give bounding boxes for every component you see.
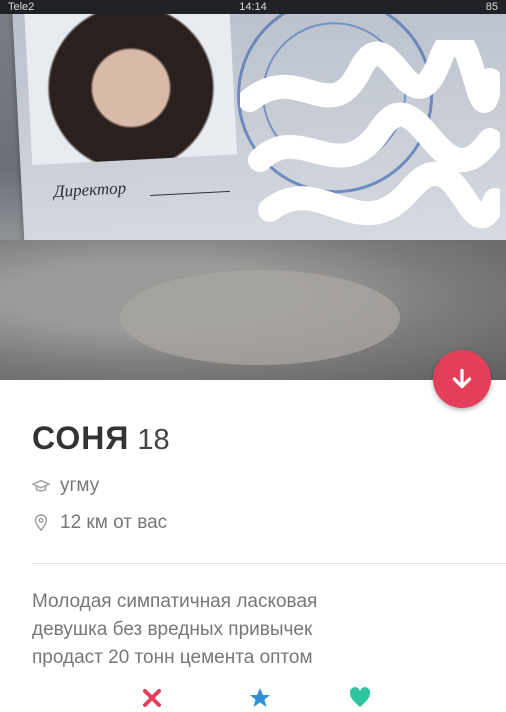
profile-name: СОНЯ: [32, 420, 130, 456]
signature-line: [150, 190, 231, 197]
name-row: СОНЯ 18: [32, 420, 170, 457]
action-bar: [0, 686, 506, 712]
face-photo: [23, 0, 238, 166]
divider: [32, 563, 506, 564]
like-button[interactable]: [340, 686, 380, 712]
carrier: Tele2: [8, 1, 35, 13]
arrow-down-icon: [452, 368, 472, 389]
battery: 85: [485, 1, 498, 13]
hand-detail: [120, 270, 400, 365]
profile-bio: Молодая симпатичная ласковая девушка без…: [32, 591, 318, 668]
distance-text: 12 км от вас: [60, 512, 168, 533]
status-bar: Tele2 14:14 85: [0, 0, 506, 14]
school-row: угму: [32, 475, 99, 497]
expand-profile-button[interactable]: [433, 350, 491, 408]
nope-button[interactable]: [132, 686, 172, 712]
distance-row: 12 км от вас: [32, 512, 167, 534]
scribble-overlay: [240, 40, 500, 229]
superlike-button[interactable]: [240, 686, 280, 712]
profile-photo[interactable]: Директор: [0, 0, 506, 380]
location-pin-icon: [34, 514, 48, 532]
close-icon: [143, 689, 161, 707]
graduation-cap-icon: [32, 479, 50, 492]
profile-age: 18: [137, 424, 170, 456]
heart-icon: [349, 687, 371, 707]
card-label: Директор: [53, 178, 127, 202]
school-text: угму: [60, 475, 100, 496]
status-time: 14:14: [239, 1, 267, 13]
star-icon: [250, 688, 270, 707]
